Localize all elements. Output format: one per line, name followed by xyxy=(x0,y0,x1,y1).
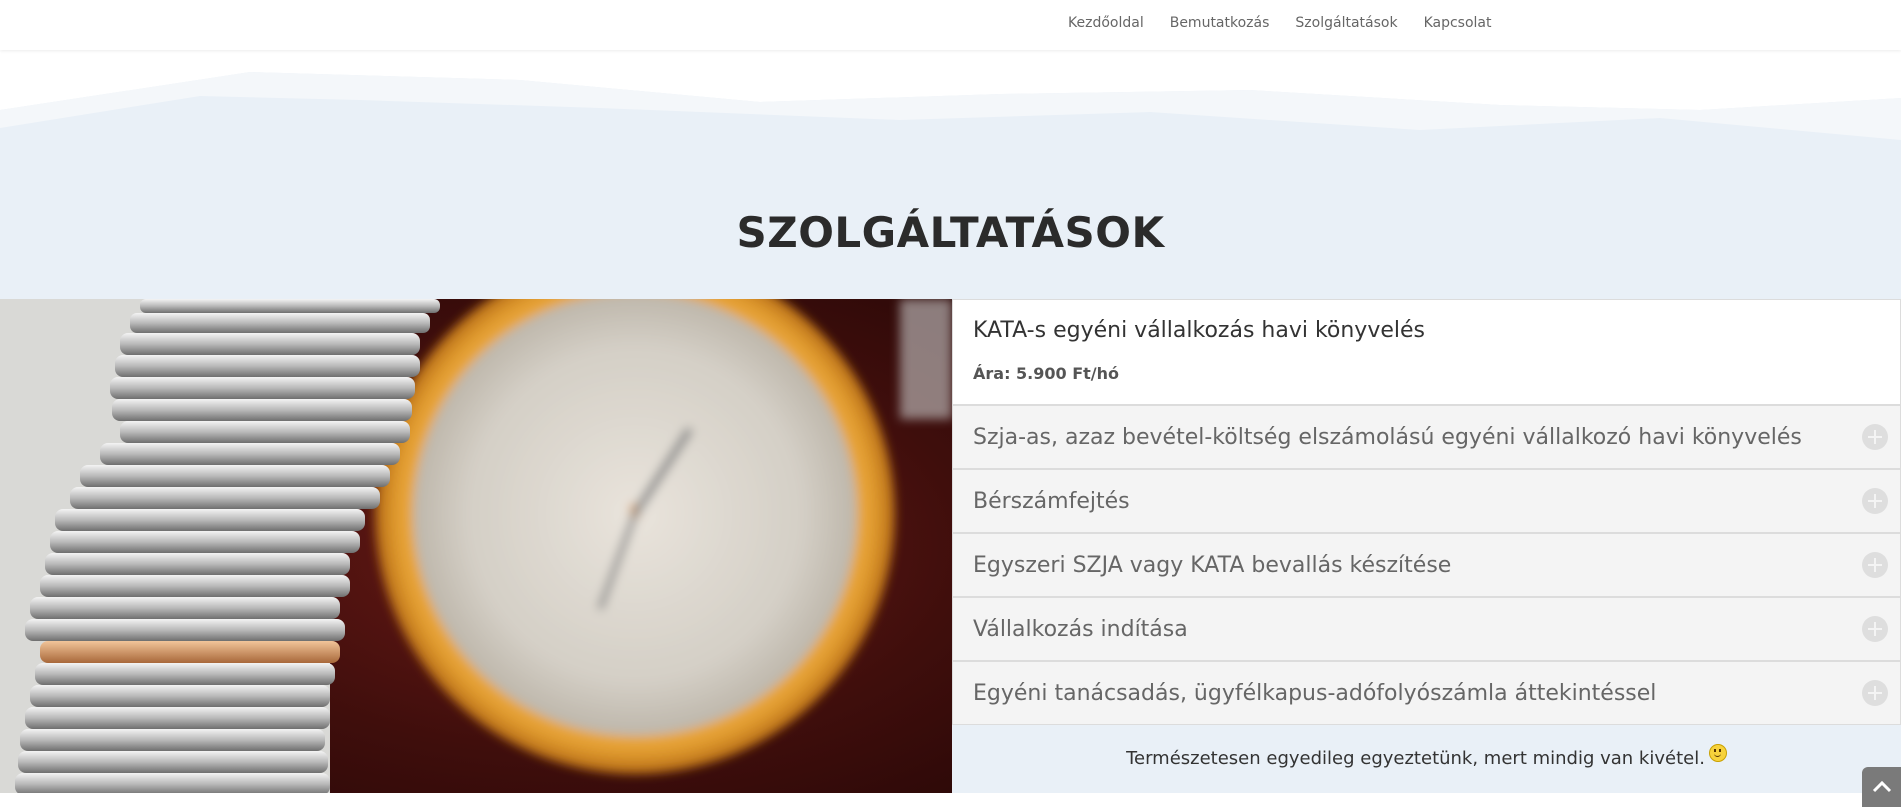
accordion-item-price: Ára: 5.900 Ft/hó xyxy=(973,364,1120,383)
coins-and-clock-photo-icon xyxy=(0,299,952,793)
plus-icon[interactable] xyxy=(1862,552,1888,578)
accordion-item-title[interactable]: KATA-s egyéni vállalkozás havi könyvelés xyxy=(973,318,1425,343)
page-title: SZOLGÁLTATÁSOK xyxy=(736,208,1165,257)
accordion-item-title[interactable]: Szja-as, azaz bevétel-költség elszámolás… xyxy=(973,425,1802,450)
hero-section: SZOLGÁLTATÁSOK xyxy=(0,50,1901,299)
wave-divider xyxy=(0,50,1901,140)
note-text: Természetesen egyedileg egyeztetünk, mer… xyxy=(1126,748,1705,769)
main-nav: Kezdőoldal Bemutatkozás Szolgáltatások K… xyxy=(1068,14,1517,32)
accordion-item-title[interactable]: Egyszeri SZJA vagy KATA bevallás készíté… xyxy=(973,553,1451,578)
plus-icon[interactable] xyxy=(1862,616,1888,642)
accordion-item[interactable]: Szja-as, azaz bevétel-költség elszámolás… xyxy=(952,405,1901,469)
services-accordion: KATA-s egyéni vállalkozás havi könyvelés… xyxy=(952,299,1901,807)
smiley-icon xyxy=(1708,744,1727,762)
services-note: Természetesen egyedileg egyeztetünk, mer… xyxy=(952,744,1901,769)
plus-icon[interactable] xyxy=(1862,424,1888,450)
nav-link-contact[interactable]: Kapcsolat xyxy=(1424,14,1492,32)
accordion-item-title[interactable]: Vállalkozás indítása xyxy=(973,617,1188,642)
nav-link-about[interactable]: Bemutatkozás xyxy=(1170,14,1270,32)
back-to-top-button[interactable] xyxy=(1862,767,1901,807)
accordion-item-title[interactable]: Egyéni tanácsadás, ügyfélkapus-adófolyós… xyxy=(973,681,1656,706)
plus-icon[interactable] xyxy=(1862,680,1888,706)
nav-link-home[interactable]: Kezdőoldal xyxy=(1068,14,1144,32)
accordion-item[interactable]: Vállalkozás indítása xyxy=(952,597,1901,661)
plus-icon[interactable] xyxy=(1862,488,1888,514)
accordion-item-title[interactable]: Bérszámfejtés xyxy=(973,489,1130,514)
accordion-item[interactable]: Bérszámfejtés xyxy=(952,469,1901,533)
chevron-up-icon xyxy=(1872,780,1892,793)
coins-clock-image xyxy=(0,299,952,793)
accordion-item[interactable]: Egyéni tanácsadás, ügyfélkapus-adófolyós… xyxy=(952,661,1901,725)
accordion-item[interactable]: Egyszeri SZJA vagy KATA bevallás készíté… xyxy=(952,533,1901,597)
nav-link-services[interactable]: Szolgáltatások xyxy=(1295,14,1397,32)
accordion-item-open[interactable]: KATA-s egyéni vállalkozás havi könyvelés… xyxy=(952,299,1901,405)
top-header: Kezdőoldal Bemutatkozás Szolgáltatások K… xyxy=(0,0,1901,50)
